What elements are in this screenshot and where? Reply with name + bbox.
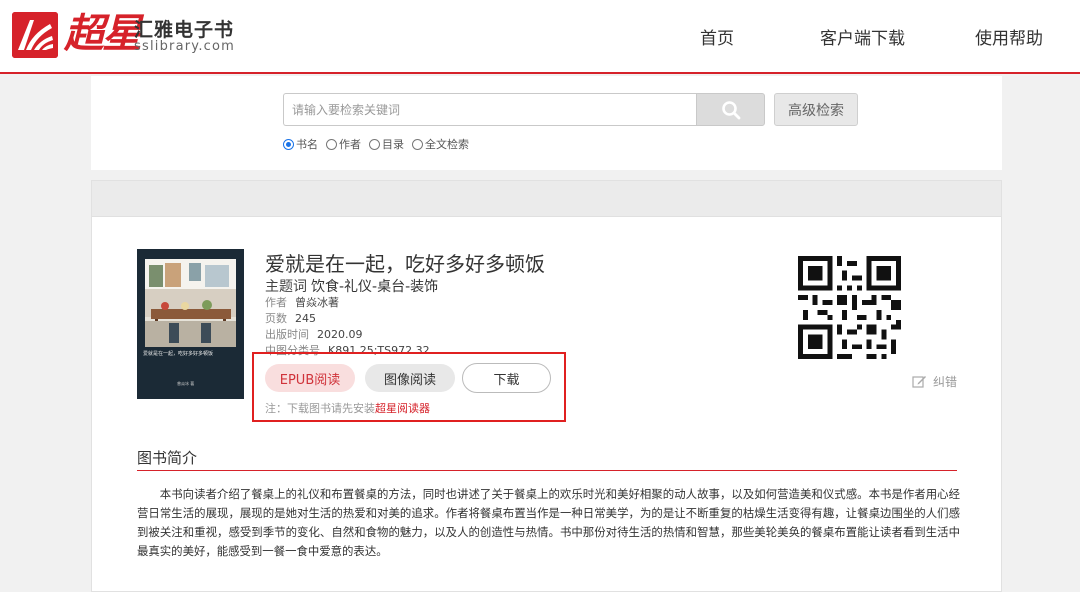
radio-dot[interactable] [283, 138, 294, 150]
nav-help[interactable]: 使用帮助 [975, 24, 1043, 49]
meta-author: 作者 曾焱冰著 [265, 296, 339, 309]
book-cover-image: 爱就是在一起，吃好多好多顿饭 曾焱冰 著 [137, 249, 244, 399]
search-panel: 高级检索 书名 作者 目录 全文检索 [91, 76, 1002, 170]
book-detail-panel: 爱就是在一起，吃好多好多顿饭 曾焱冰 著 爱就是在一起，吃好多好多顿饭 主题词饮… [91, 180, 1002, 592]
edit-icon [912, 376, 926, 388]
radio-book-title[interactable]: 书名 [283, 136, 318, 152]
intro-heading: 图书简介 [137, 449, 198, 467]
search-button[interactable] [696, 93, 765, 126]
subject-label: 主题词 [265, 279, 307, 295]
logo-wordmark: 超星 [64, 10, 142, 57]
meta-pages: 页数 245 [265, 312, 316, 325]
radio-dot[interactable] [326, 138, 337, 150]
radio-fulltext[interactable]: 全文检索 [412, 136, 469, 152]
search-scope-options: 书名 作者 目录 全文检索 [283, 136, 477, 152]
subject-value: 饮食-礼仪-桌台-装饰 [311, 279, 439, 295]
radio-author[interactable]: 作者 [326, 136, 361, 152]
brand-name: 汇雅电子书 [134, 19, 235, 41]
radio-contents[interactable]: 目录 [369, 136, 404, 152]
logo-icon[interactable] [12, 12, 58, 58]
cover-photo [145, 259, 236, 347]
download-button[interactable]: 下载 [462, 363, 551, 393]
cover-author: 曾焱冰 著 [177, 381, 195, 386]
correction-link[interactable]: 纠错 [912, 373, 957, 390]
search-input[interactable] [283, 93, 696, 126]
reader-install-link[interactable]: 超星阅读器 [375, 402, 430, 415]
detail-header-bar [92, 181, 1001, 217]
header-divider [0, 72, 1080, 74]
brand-domain: sslibrary.com [134, 39, 236, 54]
book-subject: 主题词 饮食-礼仪-桌台-装饰 [265, 276, 438, 296]
cover-title: 爱就是在一起，吃好多好多顿饭 [143, 351, 214, 357]
image-read-button[interactable]: 图像阅读 [365, 364, 455, 392]
radio-dot[interactable] [369, 138, 380, 150]
nav-home[interactable]: 首页 [700, 24, 734, 49]
qr-code [798, 256, 901, 359]
intro-text: 本书向读者介绍了餐桌上的礼仪和布置餐桌的方法，同时也讲述了关于餐桌上的欢乐时光和… [137, 487, 960, 558]
read-download-actions: EPUB阅读 图像阅读 下载 注：下载图书请先安装超星阅读器 [252, 352, 566, 422]
book-title: 爱就是在一起，吃好多好多顿饭 [265, 252, 545, 276]
advanced-search-button[interactable]: 高级检索 [774, 93, 858, 126]
site-header: 超星 汇雅电子书 sslibrary.com 首页 客户端下载 使用帮助 [0, 0, 1080, 72]
search-icon [721, 100, 740, 119]
epub-read-button[interactable]: EPUB阅读 [265, 364, 355, 392]
radio-dot[interactable] [412, 138, 423, 150]
download-note: 注：下载图书请先安装超星阅读器 [265, 402, 430, 415]
intro-divider [137, 470, 957, 471]
nav-client-download[interactable]: 客户端下载 [820, 24, 905, 49]
meta-publish-date: 出版时间 2020.09 [265, 328, 363, 341]
